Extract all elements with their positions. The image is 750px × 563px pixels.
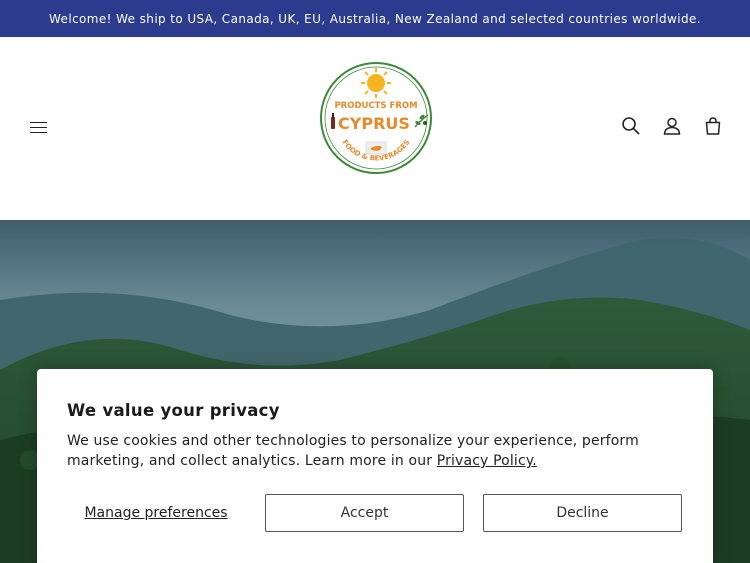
cookie-body: We use cookies and other technologies to… xyxy=(67,431,687,471)
cookie-title: We value your privacy xyxy=(67,401,280,420)
search-icon[interactable] xyxy=(620,115,642,137)
accept-button[interactable]: Accept xyxy=(265,494,464,532)
menu-icon[interactable] xyxy=(27,118,51,138)
announcement-bar: Welcome! We ship to USA, Canada, UK, EU,… xyxy=(0,0,750,37)
cookie-body-text: We use cookies and other technologies to… xyxy=(67,433,639,469)
manage-preferences-button[interactable]: Manage preferences xyxy=(67,494,245,532)
site-logo[interactable]: PRODUCTS FROM CYPRUS FOOD & BEVERAGES xyxy=(318,57,434,179)
cart-icon[interactable] xyxy=(702,115,724,137)
logo-line2: CYPRUS xyxy=(338,114,410,133)
account-icon[interactable] xyxy=(661,115,683,137)
announcement-text: Welcome! We ship to USA, Canada, UK, EU,… xyxy=(48,11,701,26)
decline-button[interactable]: Decline xyxy=(483,494,682,532)
logo-line1: PRODUCTS FROM xyxy=(334,101,417,111)
site-header: PRODUCTS FROM CYPRUS FOOD & BEVERAGES xyxy=(0,37,750,220)
cookie-banner: We value your privacy We use cookies and… xyxy=(37,369,713,563)
privacy-policy-link[interactable]: Privacy Policy. xyxy=(437,453,537,469)
